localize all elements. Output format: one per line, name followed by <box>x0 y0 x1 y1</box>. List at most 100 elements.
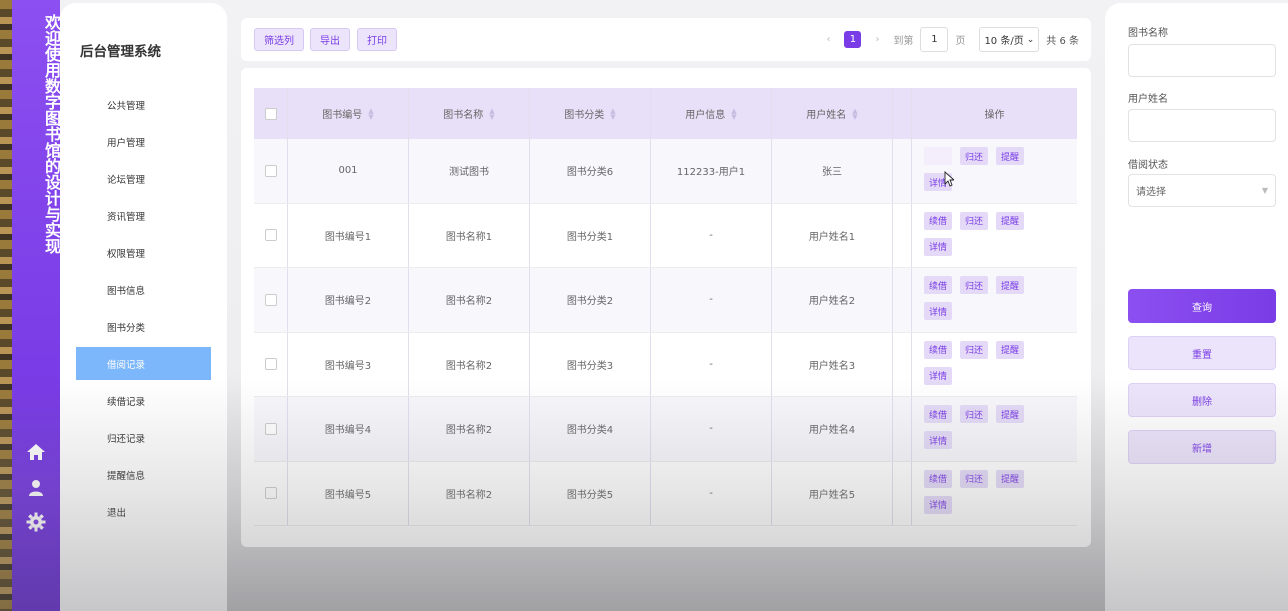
remind-button[interactable]: 提醒 <box>996 405 1025 423</box>
page-number-current[interactable]: 1 <box>844 31 862 48</box>
print-button[interactable]: 打印 <box>357 28 397 51</box>
row-actions: 续借 归还 提醒详情 <box>912 397 1077 461</box>
cell-book-category: 图书分类1 <box>530 203 651 267</box>
home-icon[interactable] <box>22 440 50 464</box>
detail-button[interactable]: 详情 <box>924 237 953 256</box>
sidebar-item-return-records[interactable]: 归还记录 <box>76 421 211 454</box>
cell-user-info: - <box>651 268 772 332</box>
cell-user-name: 用户姓名2 <box>772 268 893 332</box>
cell-book-id: 001 <box>288 139 409 203</box>
book-name-input[interactable] <box>1128 44 1276 77</box>
row-actions: 续借 归还 提醒详情 <box>912 268 1077 332</box>
header-actions: 操作 <box>984 110 1005 121</box>
export-button[interactable]: 导出 <box>310 28 350 51</box>
remind-button[interactable]: 提醒 <box>996 276 1025 294</box>
sidebar-item-permissions[interactable]: 权限管理 <box>76 236 211 269</box>
row-checkbox[interactable] <box>264 358 277 371</box>
gear-icon[interactable] <box>22 510 50 534</box>
row-actions: 续借 归还 提醒详情 <box>912 462 1077 526</box>
sort-icon[interactable]: ▲ ▼ <box>731 107 736 120</box>
detail-button[interactable]: 详情 <box>924 302 953 320</box>
cell-user-info: - <box>651 461 772 525</box>
caret-down-icon: ▼ <box>1261 186 1268 195</box>
goto-page-input[interactable]: 1 <box>920 27 949 52</box>
header-book-id[interactable]: 图书编号 ▲ ▼ <box>288 88 409 139</box>
renew-button[interactable]: 续借 <box>924 147 953 165</box>
sidebar-item-renew-records[interactable]: 续借记录 <box>76 384 211 417</box>
cell-user-name: 用户姓名5 <box>772 461 893 525</box>
borrow-records-table: 图书编号 ▲ ▼ 图书名称 ▲ ▼ 图书分类 ▲ ▼ 用户信息 ▲ ▼ 用户姓名 ▲ ▼ 操作 00… <box>254 88 1077 526</box>
system-title: 后台管理系统 <box>80 44 161 60</box>
return-button[interactable]: 归还 <box>960 147 989 165</box>
header-book-category[interactable]: 图书分类 ▲ ▼ <box>530 88 651 139</box>
detail-button[interactable]: 详情 <box>924 495 953 514</box>
reset-button[interactable]: 重置 <box>1128 336 1276 370</box>
table-row: 图书编号4 图书名称2 图书分类4- 用户姓名4 续借 归还 提醒 详情 <box>254 397 1077 462</box>
return-button[interactable]: 归还 <box>960 405 989 423</box>
sidebar-item-public[interactable]: 公共管理 <box>76 88 211 121</box>
add-button[interactable]: 新增 <box>1128 430 1276 464</box>
header-user-info[interactable]: 用户信息 ▲ ▼ <box>651 88 772 139</box>
sidebar-item-book-info[interactable]: 图书信息 <box>76 273 211 306</box>
sort-icon[interactable]: ▲ ▼ <box>610 107 615 120</box>
filter-columns-button[interactable]: 筛选列 <box>254 28 304 51</box>
user-icon[interactable] <box>22 476 50 500</box>
row-checkbox[interactable] <box>264 293 277 306</box>
renew-button[interactable]: 续借 <box>924 276 953 294</box>
sidebar-item-book-category[interactable]: 图书分类 <box>76 310 211 343</box>
row-spacer <box>893 268 912 332</box>
detail-button[interactable]: 详情 <box>924 431 953 449</box>
renew-button[interactable]: 续借 <box>924 469 953 488</box>
sidebar-item-logout[interactable]: 退出 <box>76 495 211 528</box>
return-button[interactable]: 归还 <box>960 276 989 294</box>
cell-book-name: 图书名称1 <box>409 203 530 267</box>
user-name-label: 用户姓名 <box>1128 94 1168 105</box>
page-size-select[interactable]: 10 条/页 ⌄ <box>979 27 1040 52</box>
remind-button[interactable]: 提醒 <box>996 147 1025 165</box>
remind-button[interactable]: 提醒 <box>996 469 1025 488</box>
cell-book-name: 测试图书 <box>409 139 530 203</box>
renew-button[interactable]: 续借 <box>924 340 953 359</box>
borrow-status-select[interactable]: 请选择 ▼ <box>1128 174 1276 207</box>
sidebar-item-news[interactable]: 资讯管理 <box>76 199 211 232</box>
return-button[interactable]: 归还 <box>960 211 989 230</box>
delete-button[interactable]: 删除 <box>1128 383 1276 417</box>
select-all-checkbox[interactable] <box>264 107 277 120</box>
chevron-down-icon: ⌄ <box>1026 34 1035 45</box>
cell-user-name: 张三 <box>772 139 893 203</box>
return-button[interactable]: 归还 <box>960 340 989 359</box>
row-checkbox[interactable] <box>264 229 277 242</box>
sidebar-item-forum[interactable]: 论坛管理 <box>76 162 211 195</box>
row-checkbox[interactable] <box>264 487 277 500</box>
query-button[interactable]: 查询 <box>1128 289 1276 323</box>
renew-button[interactable]: 续借 <box>924 211 953 230</box>
sort-icon[interactable]: ▲ ▼ <box>489 107 494 120</box>
remind-button[interactable]: 提醒 <box>996 211 1025 230</box>
row-actions: 续借 归还 提醒详情 <box>912 204 1077 268</box>
detail-button[interactable]: 详情 <box>924 366 953 385</box>
sort-icon[interactable]: ▲ ▼ <box>852 107 857 120</box>
sort-icon[interactable]: ▲ ▼ <box>368 107 373 120</box>
user-name-input[interactable] <box>1128 109 1276 142</box>
remind-button[interactable]: 提醒 <box>996 340 1025 359</box>
header-user-name[interactable]: 用户姓名 ▲ ▼ <box>772 88 893 139</box>
return-button[interactable]: 归还 <box>960 469 989 488</box>
page-unit-label: 页 <box>955 36 966 47</box>
row-spacer <box>893 397 912 461</box>
sidebar-item-borrow-records[interactable]: 借阅记录 <box>76 347 211 380</box>
cell-book-category: 图书分类3 <box>530 332 651 396</box>
row-checkbox[interactable] <box>264 164 277 177</box>
header-book-name[interactable]: 图书名称 ▲ ▼ <box>409 88 530 139</box>
cell-book-id: 图书编号3 <box>288 332 409 396</box>
renew-button[interactable]: 续借 <box>924 405 953 423</box>
cell-user-info: - <box>651 397 772 461</box>
cell-user-name: 用户姓名4 <box>772 397 893 461</box>
sidebar-item-reminders[interactable]: 提醒信息 <box>76 458 211 491</box>
prev-page-icon[interactable]: ‹ <box>821 34 835 45</box>
cell-book-id: 图书编号2 <box>288 268 409 332</box>
sidebar-item-users[interactable]: 用户管理 <box>76 125 211 158</box>
row-spacer <box>893 461 912 525</box>
next-page-icon[interactable]: › <box>870 34 884 45</box>
row-actions: 续借 归还 提醒 详情 <box>912 139 1077 203</box>
row-checkbox[interactable] <box>264 422 277 435</box>
